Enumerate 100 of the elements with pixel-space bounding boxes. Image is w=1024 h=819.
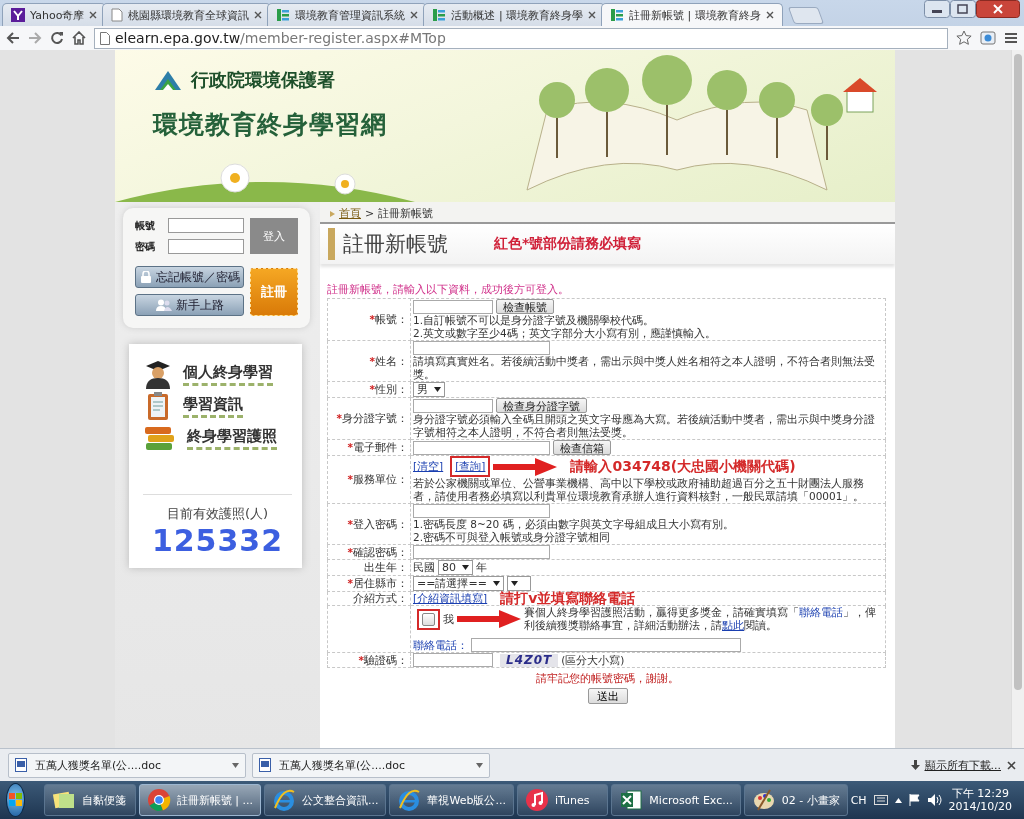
caret-icon[interactable]	[476, 762, 483, 768]
annotation-text: 請打v並填寫聯絡電話	[500, 592, 636, 605]
keyboard-icon[interactable]	[873, 795, 888, 805]
flag-icon[interactable]	[908, 794, 921, 806]
dropdown[interactable]: ==請選擇==	[413, 576, 504, 591]
dropdown[interactable]: 男	[413, 382, 445, 397]
help-text: 若於公家機關或單位、公營事業機構、高中以下學校或政府補助超過百分之五十財團法人服務者，請使用者務必填寫以利貴單位環境教育承辦人進行資料核對，一般民眾請填「00001」。	[413, 477, 866, 503]
checkbox[interactable]	[422, 612, 435, 626]
music-icon	[524, 788, 549, 812]
read-link[interactable]: 點此	[722, 619, 744, 631]
caret-icon	[492, 581, 500, 586]
menu-item[interactable]: 學習資訊	[183, 394, 243, 418]
submit-button[interactable]: 送出	[587, 688, 628, 704]
bullet-icon	[330, 210, 335, 217]
dropdown[interactable]: 80	[438, 560, 473, 575]
yahoo-logo-icon	[11, 8, 25, 22]
field-label: *服務單位：	[347, 473, 408, 485]
caret-up-icon[interactable]	[894, 797, 902, 803]
home-link[interactable]: 首頁	[339, 206, 361, 221]
windows-logo-icon	[8, 793, 23, 807]
field-label: 聯絡電話：	[413, 638, 468, 652]
close-icon[interactable]	[1007, 760, 1016, 770]
field-label: *性別：	[369, 383, 408, 395]
taskbar-item[interactable]: 註冊新帳號 | ...	[138, 784, 261, 816]
language-indicator[interactable]: CH	[850, 793, 867, 807]
field-label: *驗證碼：	[358, 653, 408, 666]
check-button[interactable]: 檢查帳號	[496, 299, 554, 314]
close-icon[interactable]	[410, 11, 419, 19]
page-title: 註冊新帳號	[328, 228, 448, 260]
input-field[interactable]	[413, 299, 493, 314]
beginner-guide-button[interactable]: 新手上路	[135, 294, 244, 316]
close-icon[interactable]	[89, 11, 98, 19]
caret-icon	[462, 565, 469, 570]
link[interactable]: [清空]	[413, 460, 444, 473]
arrow-icon	[493, 457, 558, 476]
agency-name: 行政院環境保護署	[191, 68, 335, 92]
minimize-icon[interactable]	[924, 0, 950, 18]
field-label: *電子郵件：	[347, 441, 408, 453]
help-text: 1.密碼長度 8~20 碼，必須由數字與英文字母組成且大小寫有別。	[413, 518, 735, 531]
site-logo-icon	[432, 8, 447, 22]
input-field[interactable]	[413, 545, 550, 559]
menu-icon[interactable]	[1004, 31, 1018, 45]
input-field[interactable]	[413, 653, 493, 667]
input-field[interactable]	[413, 341, 550, 355]
field-label: *身分證字號：	[336, 412, 408, 424]
scrollbar[interactable]	[1011, 50, 1024, 748]
download-item[interactable]: 五萬人獲獎名單(公....doc	[252, 752, 490, 778]
field-text: 民國	[413, 561, 435, 574]
taskbar-item[interactable]: 02 - 小畫家	[743, 784, 848, 816]
show-all-downloads-link[interactable]: 顯示所有下載...	[910, 757, 1001, 773]
caret-icon[interactable]	[232, 762, 239, 768]
download-item[interactable]: 五萬人獲獎名單(公....doc	[8, 752, 246, 778]
reload-icon[interactable]	[50, 31, 64, 45]
field-text: (區分大小寫)	[561, 653, 625, 667]
taskbar-item[interactable]: Microsoft Exc...	[611, 784, 741, 816]
taskbar-item[interactable]: 自黏便箋	[44, 784, 136, 816]
taskbar-item[interactable]: iTunes	[516, 784, 609, 816]
dropdown[interactable]	[506, 576, 531, 591]
check-button[interactable]: 檢查身分證字號	[496, 398, 587, 413]
password-field[interactable]	[168, 239, 244, 254]
forgot-password-button[interactable]: 忘記帳號／密碼	[135, 266, 244, 288]
phone-field[interactable]	[471, 638, 741, 652]
link[interactable]: [查詢]	[455, 460, 486, 473]
restore-icon[interactable]	[950, 0, 976, 18]
field-text: 我	[443, 612, 454, 626]
bookmark-star-icon[interactable]	[956, 30, 972, 46]
field-label: *姓名：	[369, 354, 408, 367]
browser-tab[interactable]: 註冊新帳號 | 環境教育終身	[601, 3, 783, 26]
back-icon[interactable]	[6, 31, 20, 45]
help-text: 2.密碼不可與登入帳號或身分證字號相同	[413, 531, 612, 544]
speaker-icon[interactable]	[927, 794, 942, 806]
required-note: 紅色*號部份請務必填寫	[494, 235, 642, 253]
link[interactable]: [介紹資訊填寫]	[413, 592, 488, 605]
menu-item[interactable]: 終身學習護照	[187, 426, 277, 450]
menu-item[interactable]: 個人終身學習	[183, 362, 273, 386]
input-field[interactable]	[413, 504, 550, 518]
extension-icon[interactable]	[980, 30, 996, 46]
check-button[interactable]: 檢查信箱	[553, 440, 611, 455]
page-icon	[111, 8, 124, 22]
chrome-icon	[146, 788, 171, 812]
site-title: 環境教育終身學習網	[153, 109, 388, 141]
close-icon[interactable]	[588, 11, 597, 19]
download-icon	[910, 759, 920, 771]
clock-time[interactable]: 下午 12:29	[951, 787, 1009, 800]
username-field[interactable]	[168, 218, 244, 233]
close-icon[interactable]	[765, 11, 774, 19]
close-icon[interactable]	[254, 11, 263, 19]
address-field[interactable]: elearn.epa.gov.tw/member-register.aspx#MTop	[94, 27, 948, 49]
start-button[interactable]	[6, 783, 26, 817]
clock-date[interactable]: 2014/10/20	[948, 800, 1012, 813]
paint-palette-icon	[751, 788, 776, 812]
input-field[interactable]	[413, 398, 493, 413]
caret-icon	[510, 581, 518, 586]
taskbar-item[interactable]: 公文整合資訊...	[263, 784, 387, 816]
help-text: 2.英文或數字至少4碼；英文字部分大小寫有別，應謹慎輸入。	[413, 327, 717, 340]
taskbar-item[interactable]: 華視Web版公...	[389, 784, 514, 816]
home-icon[interactable]	[72, 31, 86, 45]
close-icon[interactable]	[976, 0, 1020, 18]
ie-icon	[271, 788, 296, 812]
input-field[interactable]	[413, 440, 550, 455]
